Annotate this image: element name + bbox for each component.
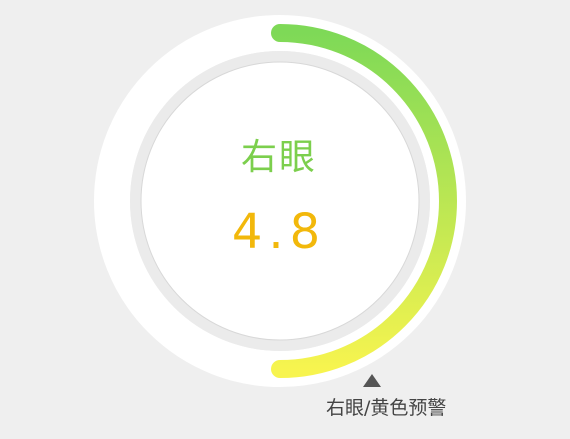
- triangle-up-icon: [363, 374, 381, 387]
- eye-label: 右眼: [240, 137, 317, 178]
- vision-value: 4.8: [231, 204, 327, 260]
- status-text: 右眼/黄色预警: [326, 397, 447, 419]
- center-disc: [140, 61, 420, 341]
